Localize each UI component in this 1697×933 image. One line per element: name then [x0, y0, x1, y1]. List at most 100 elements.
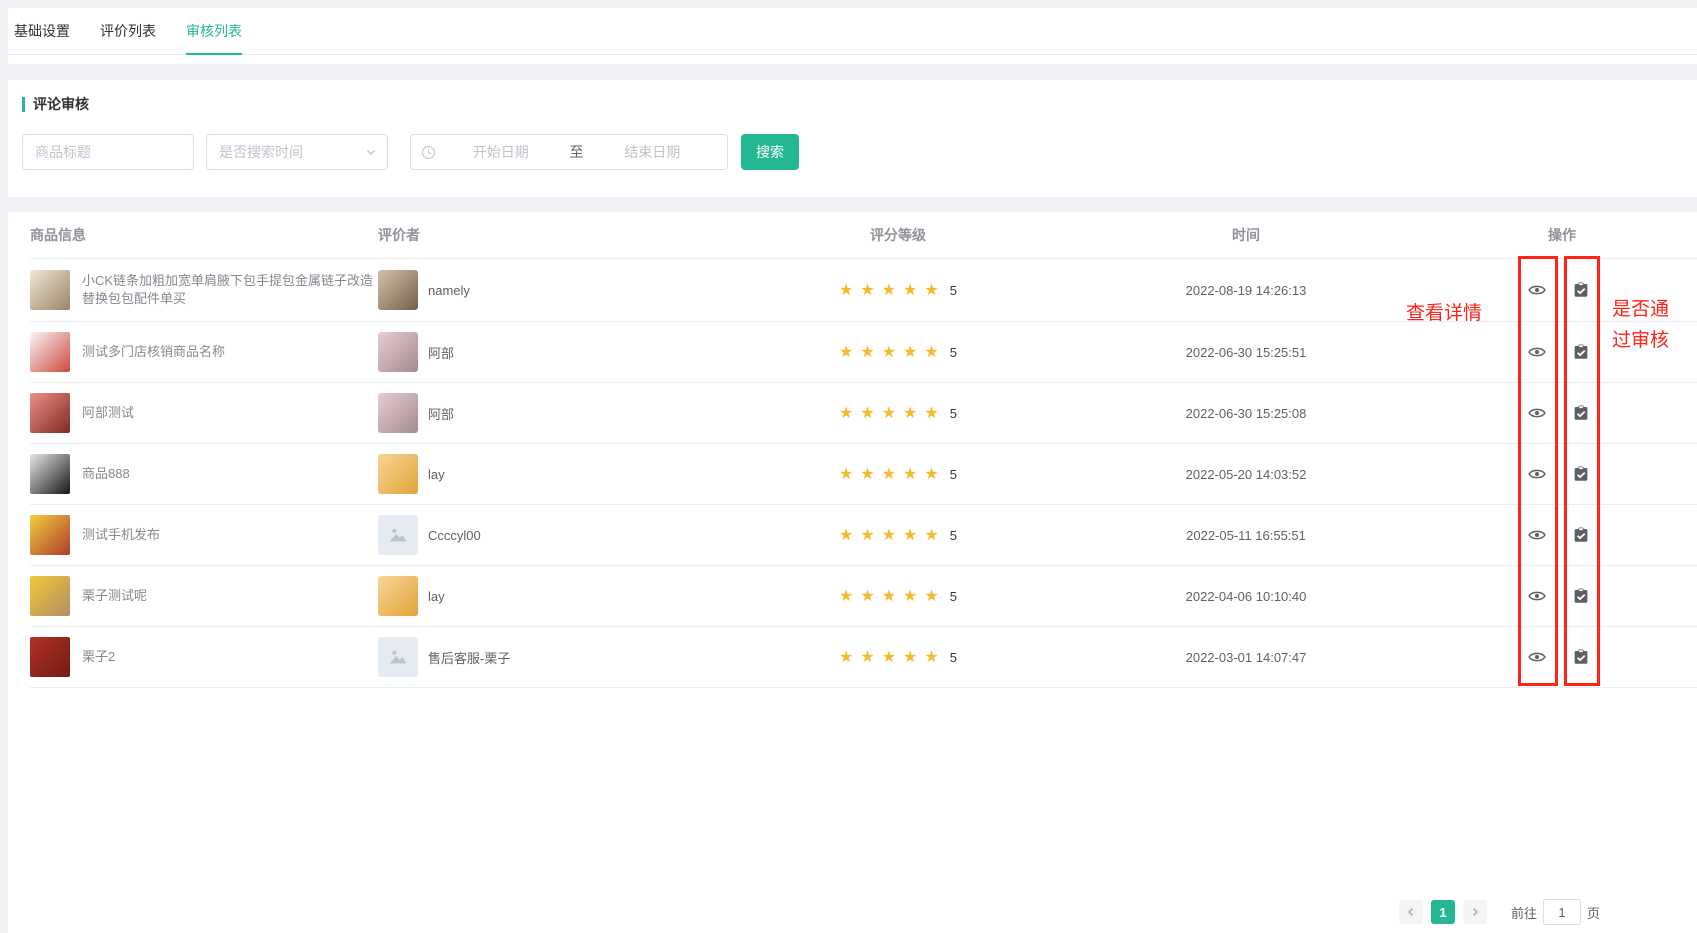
time-cell: 2022-06-30 15:25:51 — [1088, 345, 1404, 360]
star-rating-icons: ★★★★★ — [839, 647, 946, 667]
product-title: 阿部测试 — [82, 404, 134, 422]
product-cell: 测试多门店核销商品名称 — [30, 332, 378, 372]
rating-value: 5 — [950, 283, 957, 298]
star-rating-icons: ★★★★★ — [839, 280, 946, 300]
date-range-input[interactable]: 开始日期 至 结束日期 — [410, 134, 728, 170]
product-cell: 栗子2 — [30, 637, 378, 677]
product-title: 小CK链条加粗加宽单肩腋下包手提包金属链子改造替换包包配件单买 — [82, 272, 374, 308]
chevron-right-icon — [1470, 907, 1480, 917]
reviewer-cell: 阿部 — [378, 393, 708, 433]
audit-table-panel: 商品信息 评价者 评分等级 时间 操作 小CK链条加粗加宽单肩腋下包手提包金属链… — [8, 212, 1697, 933]
product-title-input-wrap — [22, 134, 194, 170]
search-panel: 评论审核 是否搜索时间 开始日期 至 结束日期 搜索 — [8, 80, 1697, 197]
time-cell: 2022-08-19 14:26:13 — [1088, 283, 1404, 298]
tab-bar: 基础设置 评价列表 审核列表 — [8, 8, 1697, 64]
reviewer-name: Ccccyl00 — [428, 528, 481, 543]
product-title: 测试多门店核销商品名称 — [82, 343, 225, 361]
reviewer-avatar — [378, 454, 418, 494]
review-time: 2022-03-01 14:07:47 — [1186, 650, 1307, 665]
filter-row: 是否搜索时间 开始日期 至 结束日期 搜索 — [22, 134, 1683, 170]
product-title: 栗子2 — [82, 648, 115, 666]
section-title-text: 评论审核 — [33, 94, 89, 114]
reviewer-cell: lay — [378, 454, 708, 494]
star-rating-icons: ★★★★★ — [839, 525, 946, 545]
product-cell: 栗子测试呢 — [30, 576, 378, 616]
table-header-row: 商品信息 评价者 评分等级 时间 操作 — [30, 212, 1697, 259]
page-suffix: 页 — [1587, 903, 1600, 922]
reviewer-name: 售后客服-栗子 — [428, 648, 510, 667]
time-cell: 2022-05-20 14:03:52 — [1088, 467, 1404, 482]
header-product: 商品信息 — [30, 225, 378, 245]
goto-label: 前往 — [1511, 903, 1537, 922]
reviewer-cell: Ccccyl00 — [378, 515, 708, 555]
rating-cell: ★★★★★ 5 — [708, 586, 1088, 606]
time-search-select[interactable]: 是否搜索时间 — [206, 134, 388, 170]
rating-value: 5 — [950, 589, 957, 604]
reviewer-avatar — [378, 393, 418, 433]
tab-review-list[interactable]: 评价列表 — [100, 8, 156, 54]
next-page-button[interactable] — [1463, 900, 1487, 924]
header-actions: 操作 — [1404, 225, 1697, 245]
product-title: 测试手机发布 — [82, 526, 160, 544]
product-image — [30, 637, 70, 677]
reviewer-cell: 售后客服-栗子 — [378, 637, 708, 677]
product-title: 栗子测试呢 — [82, 587, 147, 605]
current-page[interactable]: 1 — [1431, 900, 1455, 924]
header-time: 时间 — [1088, 225, 1404, 245]
time-cell: 2022-06-30 15:25:08 — [1088, 406, 1404, 421]
rating-cell: ★★★★★ 5 — [708, 647, 1088, 667]
rating-cell: ★★★★★ 5 — [708, 280, 1088, 300]
reviewer-name: 阿部 — [428, 404, 454, 423]
star-rating-icons: ★★★★★ — [839, 586, 946, 606]
title-accent-bar — [22, 97, 25, 112]
header-reviewer: 评价者 — [378, 225, 708, 245]
section-title: 评论审核 — [22, 94, 1683, 114]
review-time: 2022-08-19 14:26:13 — [1186, 283, 1307, 298]
image-placeholder-icon — [387, 646, 409, 668]
rating-cell: ★★★★★ 5 — [708, 464, 1088, 484]
rating-cell: ★★★★★ 5 — [708, 342, 1088, 362]
page: 基础设置 评价列表 审核列表 评论审核 是否搜索时间 — [0, 0, 1697, 933]
reviewer-cell: lay — [378, 576, 708, 616]
tab-audit-list[interactable]: 审核列表 — [186, 8, 242, 54]
rating-cell: ★★★★★ 5 — [708, 525, 1088, 545]
annotation-approve-review: 是否通过审核 — [1612, 294, 1676, 356]
reviewer-name: 阿部 — [428, 343, 454, 362]
date-start-placeholder[interactable]: 开始日期 — [436, 142, 566, 162]
product-title-input[interactable] — [23, 135, 193, 169]
star-rating-icons: ★★★★★ — [839, 464, 946, 484]
prev-page-button[interactable] — [1399, 900, 1423, 924]
rating-value: 5 — [950, 345, 957, 360]
rating-value: 5 — [950, 528, 957, 543]
search-button[interactable]: 搜索 — [741, 134, 799, 170]
annotation-view-detail: 查看详情 — [1406, 298, 1482, 325]
table-row: 栗子2 售后客服-栗子 ★★★★★ 5 2022-03- — [30, 627, 1697, 688]
reviewer-cell: 阿部 — [378, 332, 708, 372]
product-cell: 阿部测试 — [30, 393, 378, 433]
reviewer-avatar — [378, 637, 418, 677]
reviewer-avatar — [378, 576, 418, 616]
review-time: 2022-05-11 16:55:51 — [1186, 528, 1306, 543]
tab-basic-settings[interactable]: 基础设置 — [14, 8, 70, 54]
date-end-placeholder[interactable]: 结束日期 — [588, 142, 718, 162]
time-search-select-placeholder: 是否搜索时间 — [219, 142, 303, 162]
reviewer-avatar — [378, 515, 418, 555]
reviewer-name: lay — [428, 589, 445, 604]
reviewer-name: namely — [428, 283, 470, 298]
review-time: 2022-06-30 15:25:08 — [1186, 406, 1307, 421]
table-row: 测试多门店核销商品名称 阿部 ★★★★★ 5 2022- — [30, 322, 1697, 383]
rating-value: 5 — [950, 467, 957, 482]
review-time: 2022-05-20 14:03:52 — [1186, 467, 1307, 482]
rating-value: 5 — [950, 406, 957, 421]
goto-page-input[interactable] — [1543, 899, 1581, 925]
review-time: 2022-06-30 15:25:51 — [1186, 345, 1307, 360]
product-image — [30, 454, 70, 494]
reviewer-avatar — [378, 332, 418, 372]
rating-value: 5 — [950, 650, 957, 665]
time-cell: 2022-05-11 16:55:51 — [1088, 528, 1404, 543]
tabs: 基础设置 评价列表 审核列表 — [8, 8, 1697, 55]
table-row: 栗子测试呢 lay ★★★★★ 5 2022-04-06 — [30, 566, 1697, 627]
product-image — [30, 270, 70, 310]
product-image — [30, 515, 70, 555]
product-cell: 小CK链条加粗加宽单肩腋下包手提包金属链子改造替换包包配件单买 — [30, 270, 378, 310]
